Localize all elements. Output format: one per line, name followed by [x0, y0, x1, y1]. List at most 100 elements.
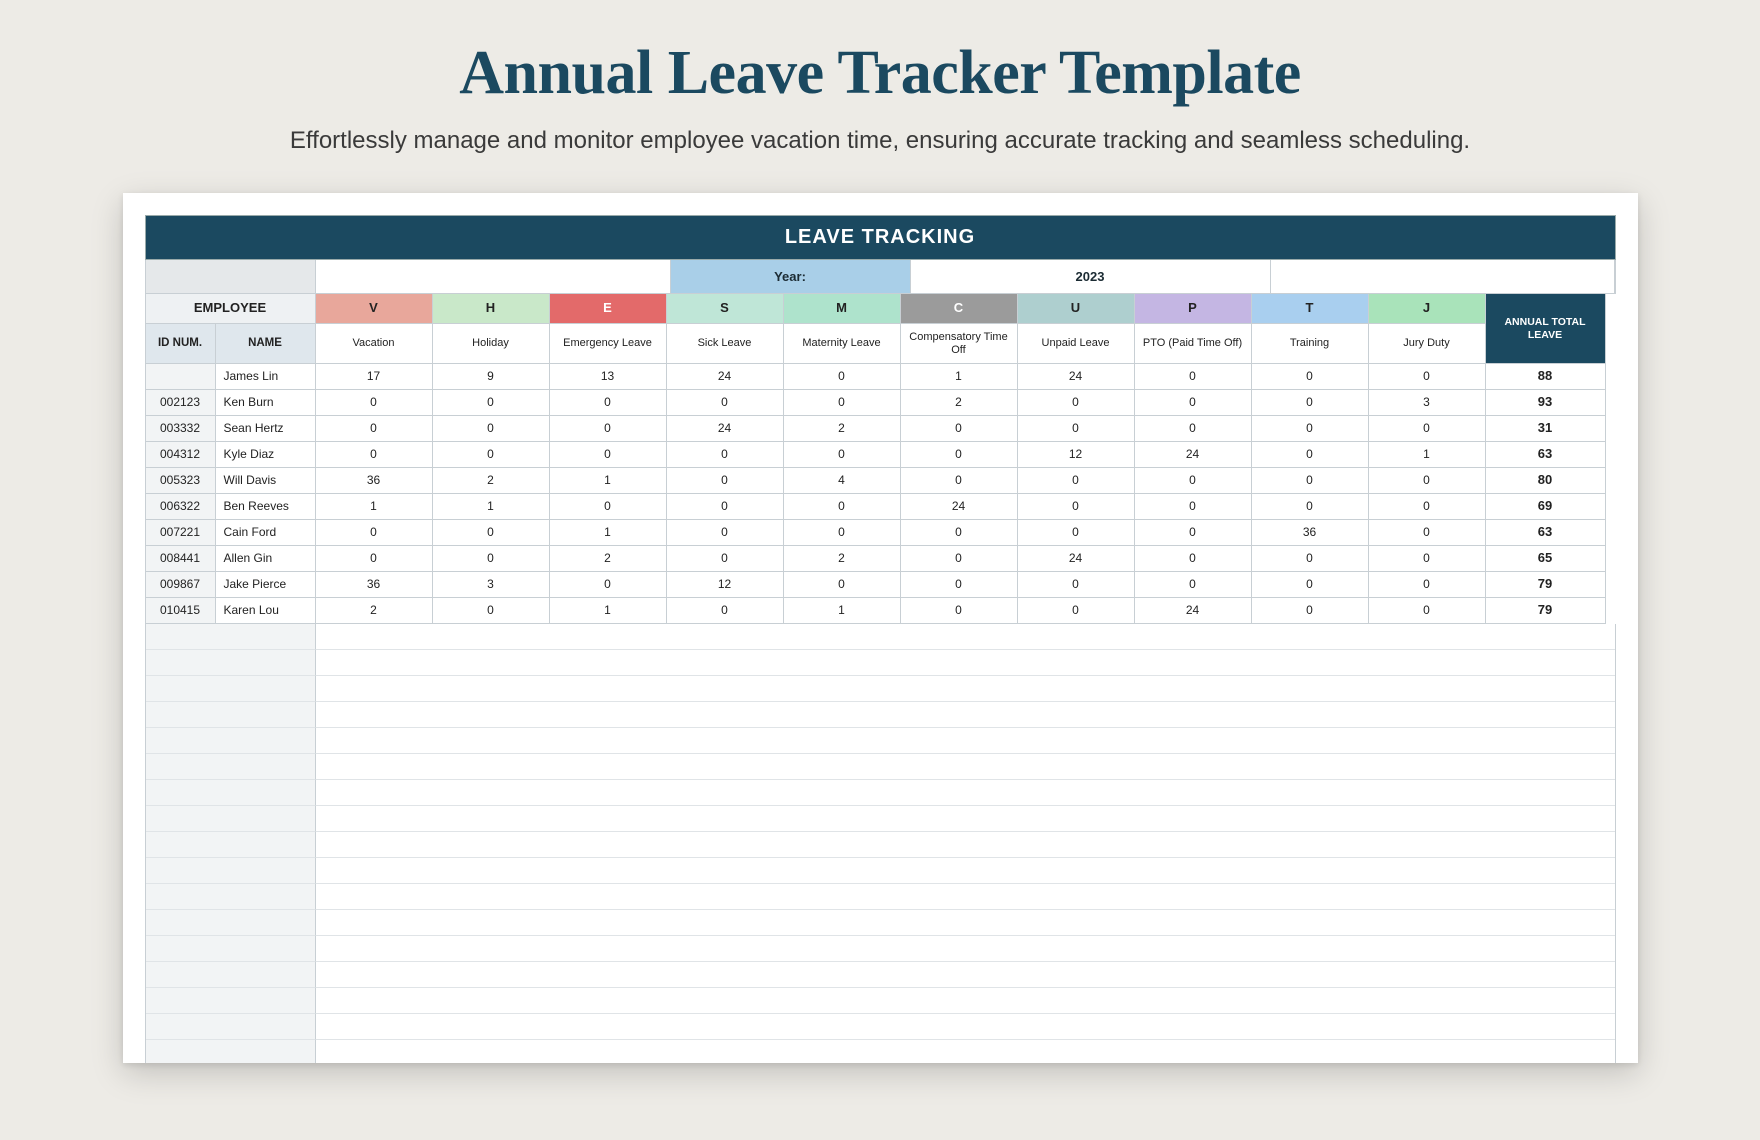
leave-value[interactable]: 0	[1018, 598, 1135, 624]
leave-value[interactable]: 0	[1252, 494, 1369, 520]
leave-value[interactable]: 0	[433, 442, 550, 468]
leave-value[interactable]: 0	[1252, 572, 1369, 598]
leave-value[interactable]: 3	[1369, 390, 1486, 416]
employee-id[interactable]: 010415	[146, 598, 216, 624]
leave-value[interactable]: 0	[901, 416, 1018, 442]
leave-value[interactable]: 0	[667, 468, 784, 494]
employee-id[interactable]: 004312	[146, 442, 216, 468]
leave-value[interactable]: 0	[1018, 520, 1135, 546]
leave-value[interactable]: 0	[1369, 494, 1486, 520]
leave-value[interactable]: 0	[1135, 390, 1252, 416]
leave-value[interactable]: 0	[901, 546, 1018, 572]
leave-value[interactable]: 0	[1369, 416, 1486, 442]
leave-value[interactable]: 2	[316, 598, 433, 624]
leave-value[interactable]: 0	[433, 546, 550, 572]
leave-value[interactable]: 0	[1252, 546, 1369, 572]
employee-id[interactable]: 005323	[146, 468, 216, 494]
leave-value[interactable]: 0	[1135, 520, 1252, 546]
leave-value[interactable]: 0	[1252, 598, 1369, 624]
leave-value[interactable]: 0	[433, 390, 550, 416]
leave-value[interactable]: 1	[901, 364, 1018, 390]
leave-value[interactable]: 0	[784, 364, 901, 390]
year-value[interactable]: 2023	[911, 260, 1271, 293]
leave-value[interactable]: 0	[1018, 390, 1135, 416]
employee-name[interactable]: Karen Lou	[216, 598, 316, 624]
leave-value[interactable]: 1	[784, 598, 901, 624]
leave-value[interactable]: 24	[1135, 598, 1252, 624]
employee-name[interactable]: Cain Ford	[216, 520, 316, 546]
leave-value[interactable]: 2	[901, 390, 1018, 416]
leave-value[interactable]: 0	[1135, 416, 1252, 442]
leave-value[interactable]: 0	[1369, 520, 1486, 546]
leave-value[interactable]: 0	[433, 416, 550, 442]
leave-value[interactable]: 36	[316, 468, 433, 494]
leave-value[interactable]: 2	[550, 546, 667, 572]
leave-value[interactable]: 24	[667, 364, 784, 390]
leave-value[interactable]: 1	[1369, 442, 1486, 468]
employee-name[interactable]: Jake Pierce	[216, 572, 316, 598]
leave-value[interactable]: 0	[1252, 390, 1369, 416]
employee-id[interactable]: 006322	[146, 494, 216, 520]
leave-value[interactable]: 24	[1018, 546, 1135, 572]
leave-value[interactable]: 13	[550, 364, 667, 390]
leave-value[interactable]: 0	[550, 442, 667, 468]
leave-value[interactable]: 1	[550, 468, 667, 494]
leave-value[interactable]: 0	[784, 520, 901, 546]
leave-value[interactable]: 17	[316, 364, 433, 390]
leave-value[interactable]: 0	[1369, 364, 1486, 390]
leave-value[interactable]: 0	[550, 390, 667, 416]
employee-name[interactable]: Ben Reeves	[216, 494, 316, 520]
leave-value[interactable]: 0	[316, 520, 433, 546]
leave-value[interactable]: 1	[316, 494, 433, 520]
leave-value[interactable]: 24	[1018, 364, 1135, 390]
leave-value[interactable]: 0	[667, 494, 784, 520]
leave-value[interactable]: 2	[433, 468, 550, 494]
employee-id[interactable]: 007221	[146, 520, 216, 546]
leave-value[interactable]: 0	[550, 572, 667, 598]
leave-value[interactable]: 0	[901, 598, 1018, 624]
leave-value[interactable]: 12	[1018, 442, 1135, 468]
leave-value[interactable]: 0	[1252, 364, 1369, 390]
leave-value[interactable]: 1	[433, 494, 550, 520]
leave-value[interactable]: 1	[550, 598, 667, 624]
leave-value[interactable]: 0	[1252, 468, 1369, 494]
leave-value[interactable]: 0	[1135, 468, 1252, 494]
leave-value[interactable]: 0	[1252, 416, 1369, 442]
leave-value[interactable]: 0	[1135, 364, 1252, 390]
leave-value[interactable]: 9	[433, 364, 550, 390]
leave-value[interactable]: 0	[1369, 598, 1486, 624]
leave-value[interactable]: 0	[901, 442, 1018, 468]
leave-value[interactable]: 0	[1369, 468, 1486, 494]
leave-value[interactable]: 24	[1135, 442, 1252, 468]
leave-value[interactable]: 0	[316, 390, 433, 416]
leave-value[interactable]: 0	[1252, 442, 1369, 468]
leave-value[interactable]: 0	[667, 390, 784, 416]
employee-id[interactable]: 009867	[146, 572, 216, 598]
employee-id[interactable]: 002123	[146, 390, 216, 416]
employee-name[interactable]: Kyle Diaz	[216, 442, 316, 468]
employee-name[interactable]: Allen Gin	[216, 546, 316, 572]
leave-value[interactable]: 36	[316, 572, 433, 598]
employee-id[interactable]	[146, 364, 216, 390]
employee-id[interactable]: 003332	[146, 416, 216, 442]
leave-value[interactable]: 0	[667, 546, 784, 572]
leave-value[interactable]: 2	[784, 416, 901, 442]
leave-value[interactable]: 0	[784, 494, 901, 520]
leave-value[interactable]: 0	[1018, 468, 1135, 494]
leave-value[interactable]: 24	[901, 494, 1018, 520]
leave-value[interactable]: 0	[316, 442, 433, 468]
leave-value[interactable]: 0	[1135, 572, 1252, 598]
leave-value[interactable]: 0	[433, 520, 550, 546]
leave-value[interactable]: 0	[1135, 494, 1252, 520]
leave-value[interactable]: 0	[667, 520, 784, 546]
leave-value[interactable]: 0	[1369, 572, 1486, 598]
leave-value[interactable]: 4	[784, 468, 901, 494]
leave-value[interactable]: 0	[901, 520, 1018, 546]
leave-value[interactable]: 3	[433, 572, 550, 598]
leave-value[interactable]: 0	[1018, 416, 1135, 442]
leave-value[interactable]: 0	[1369, 546, 1486, 572]
leave-value[interactable]: 2	[784, 546, 901, 572]
leave-value[interactable]: 24	[667, 416, 784, 442]
leave-value[interactable]: 0	[784, 390, 901, 416]
leave-value[interactable]: 0	[550, 416, 667, 442]
